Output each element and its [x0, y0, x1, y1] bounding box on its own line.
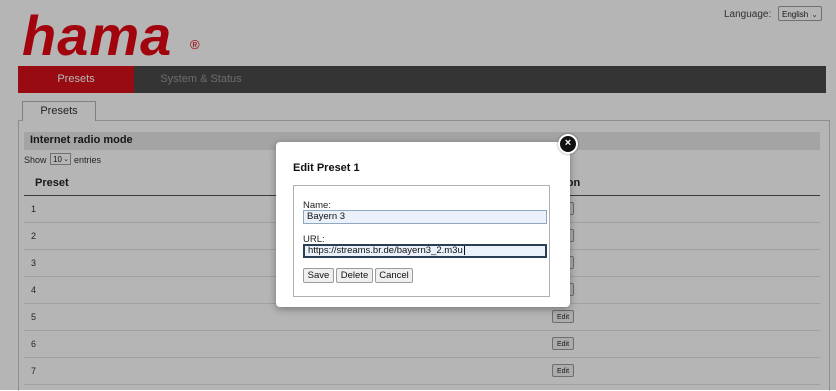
name-input[interactable]: Bayern 3	[303, 210, 547, 224]
text-caret	[463, 246, 465, 255]
dialog-title: Edit Preset 1	[293, 162, 360, 174]
save-button[interactable]: Save	[303, 268, 334, 283]
close-icon[interactable]: ×	[558, 134, 578, 154]
url-value: https://streams.br.de/bayern3_2.m3u	[308, 245, 463, 257]
cancel-button[interactable]: Cancel	[375, 268, 413, 283]
url-input[interactable]: https://streams.br.de/bayern3_2.m3u	[303, 244, 547, 258]
delete-button[interactable]: Delete	[336, 268, 373, 283]
